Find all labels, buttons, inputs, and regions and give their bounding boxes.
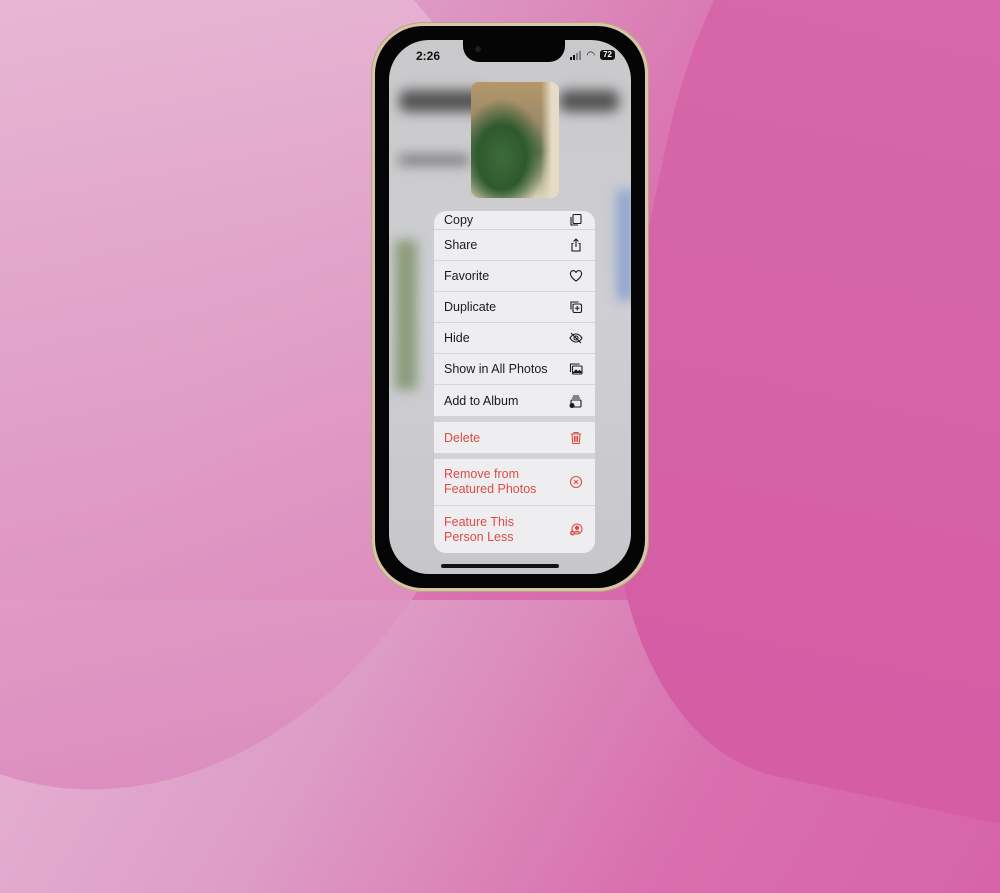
phone-screen: 2:26 ◠ 72 Copy Share Favorite Duplicate …: [389, 40, 631, 574]
camera: [475, 46, 481, 52]
blurred-background: [617, 190, 631, 300]
copy-icon: [569, 213, 583, 227]
share-icon: [569, 238, 583, 252]
menu-item-label: Remove from Featured Photos: [444, 467, 537, 496]
menu-item-hide[interactable]: Hide: [434, 323, 595, 354]
menu-item-label: Delete: [444, 430, 481, 445]
photo-preview[interactable]: [471, 82, 559, 198]
menu-item-label: Favorite: [444, 269, 490, 283]
status-icons: ◠ 72: [570, 50, 615, 60]
menu-item-label: Feature This Person Less: [444, 514, 514, 544]
blurred-background: [559, 90, 619, 112]
menu-item-delete[interactable]: Delete: [434, 422, 595, 453]
menu-item-copy[interactable]: Copy: [434, 211, 595, 230]
menu-item-duplicate[interactable]: Duplicate: [434, 292, 595, 323]
trash-icon: [569, 431, 583, 445]
eye-slash-icon: [569, 331, 583, 345]
duplicate-icon: [569, 300, 583, 314]
photos-icon: [569, 362, 583, 376]
person-minus-icon: [569, 522, 583, 537]
blurred-background: [395, 240, 417, 390]
phone-frame: 2:26 ◠ 72 Copy Share Favorite Duplicate …: [371, 22, 649, 592]
menu-item-share[interactable]: Share: [434, 230, 595, 261]
menu-item-label: Add to Album: [444, 393, 519, 408]
signal-icon: [570, 50, 582, 60]
menu-item-favorite[interactable]: Favorite: [434, 261, 595, 292]
status-time: 2:26: [416, 49, 441, 63]
heart-icon: [569, 269, 583, 283]
context-menu: Copy Share Favorite Duplicate Hide Show …: [434, 211, 595, 553]
wifi-icon: ◠: [586, 49, 596, 61]
x-circle-icon: [569, 475, 583, 489]
menu-item-label: Copy: [444, 213, 474, 227]
menu-item-label: Share: [444, 238, 478, 252]
phone-bezel: 2:26 ◠ 72 Copy Share Favorite Duplicate …: [375, 26, 645, 588]
notch: [463, 40, 565, 62]
menu-item-label: Show in All Photos: [444, 362, 548, 376]
blurred-background: [399, 155, 469, 165]
home-indicator[interactable]: [441, 564, 559, 568]
menu-item-remove-from-featured[interactable]: Remove from Featured Photos: [434, 459, 595, 506]
menu-item-label: Duplicate: [444, 300, 497, 314]
menu-item-show-in-all-photos[interactable]: Show in All Photos: [434, 354, 595, 385]
add-album-icon: [569, 394, 583, 408]
menu-item-add-to-album[interactable]: Add to Album: [434, 385, 595, 416]
menu-item-label: Hide: [444, 331, 470, 345]
menu-item-feature-person-less[interactable]: Feature This Person Less: [434, 506, 595, 553]
battery-icon: 72: [600, 50, 615, 60]
